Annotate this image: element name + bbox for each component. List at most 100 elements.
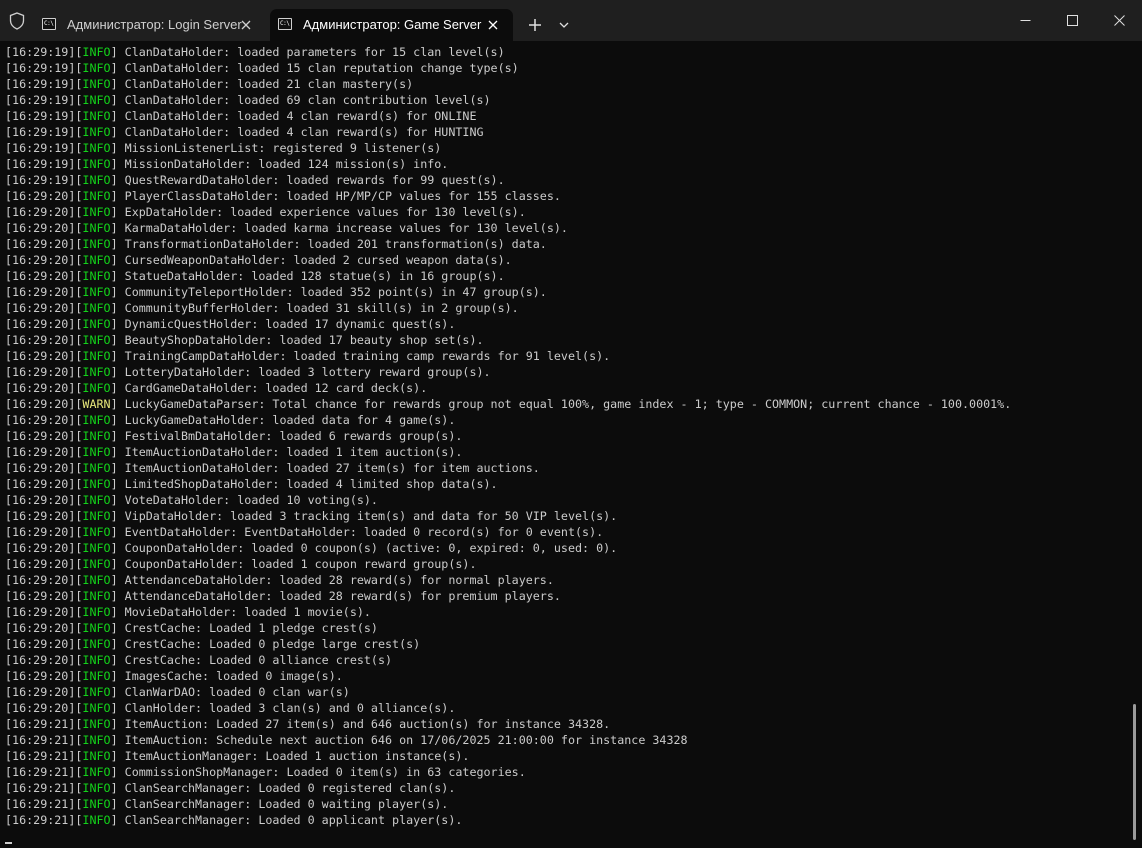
bracket: ][ xyxy=(68,381,83,395)
bracket: ] xyxy=(110,765,125,779)
bracket: ][ xyxy=(68,701,83,715)
bracket: ] xyxy=(110,445,125,459)
log-level: INFO xyxy=(82,493,111,507)
bracket: ] xyxy=(110,541,125,555)
bracket: ][ xyxy=(68,733,83,747)
log-message: CursedWeaponDataHolder: loaded 2 cursed … xyxy=(124,253,512,267)
log-time: 16:29:20 xyxy=(12,605,69,619)
log-level: INFO xyxy=(82,621,111,635)
bracket: [ xyxy=(5,61,13,75)
bracket: ][ xyxy=(68,205,83,219)
bracket: ] xyxy=(110,301,125,315)
log-level: INFO xyxy=(82,77,111,91)
tab-game-server[interactable]: C:\ Администратор: Game Server xyxy=(270,9,513,41)
bracket: [ xyxy=(5,621,13,635)
plus-icon[interactable] xyxy=(524,14,546,36)
log-message: ItemAuction: Loaded 27 item(s) and 646 a… xyxy=(124,717,611,731)
log-line: [16:29:21][INFO] ClanSearchManager: Load… xyxy=(5,812,1125,828)
log-level: INFO xyxy=(82,301,111,315)
tab-login-server[interactable]: C:\ Администратор: Login Server xyxy=(34,9,266,41)
log-level: INFO xyxy=(82,669,111,683)
log-message: CardGameDataHolder: loaded 12 card deck(… xyxy=(124,381,428,395)
bracket: ] xyxy=(110,669,125,683)
log-time: 16:29:20 xyxy=(12,333,69,347)
log-time: 16:29:21 xyxy=(12,781,69,795)
title-bar[interactable]: C:\ Администратор: Login Server C:\ Адми… xyxy=(0,0,1142,41)
chevron-down-icon[interactable] xyxy=(555,15,573,35)
bracket: ][ xyxy=(68,301,83,315)
log-line: [16:29:20][INFO] ClanHolder: loaded 3 cl… xyxy=(5,700,1125,716)
scrollbar[interactable] xyxy=(1133,704,1136,840)
shield-icon xyxy=(6,10,28,32)
log-line: [16:29:19][INFO] ClanDataHolder: loaded … xyxy=(5,76,1125,92)
terminal-icon: C:\ xyxy=(42,18,56,30)
log-level: INFO xyxy=(82,765,111,779)
log-level: INFO xyxy=(82,141,111,155)
close-icon[interactable] xyxy=(484,16,502,34)
log-level: INFO xyxy=(82,605,111,619)
bracket: ][ xyxy=(68,173,83,187)
log-message: PlayerClassDataHolder: loaded HP/MP/CP v… xyxy=(124,189,561,203)
log-message: VipDataHolder: loaded 3 tracking item(s)… xyxy=(124,509,618,523)
log-time: 16:29:20 xyxy=(12,317,69,331)
bracket: ][ xyxy=(68,253,83,267)
log-time: 16:29:20 xyxy=(12,573,69,587)
bracket: ][ xyxy=(68,349,83,363)
bracket: [ xyxy=(5,109,13,123)
log-level: INFO xyxy=(82,573,111,587)
log-line: [16:29:20][INFO] CrestCache: Loaded 0 al… xyxy=(5,652,1125,668)
bracket: [ xyxy=(5,797,13,811)
bracket: [ xyxy=(5,189,13,203)
bracket: ][ xyxy=(68,285,83,299)
bracket: ] xyxy=(110,637,125,651)
bracket: ] xyxy=(110,317,125,331)
log-time: 16:29:21 xyxy=(12,797,69,811)
log-time: 16:29:19 xyxy=(12,45,69,59)
bracket: ][ xyxy=(68,317,83,331)
bracket: ][ xyxy=(68,237,83,251)
log-line: [16:29:20][INFO] VipDataHolder: loaded 3… xyxy=(5,508,1125,524)
log-message: MissionListenerList: registered 9 listen… xyxy=(124,141,442,155)
bracket: [ xyxy=(5,381,13,395)
bracket: ] xyxy=(110,141,125,155)
bracket: ] xyxy=(110,557,125,571)
minimize-icon[interactable] xyxy=(1002,0,1048,41)
log-time: 16:29:20 xyxy=(12,685,69,699)
close-icon[interactable] xyxy=(1096,0,1142,41)
bracket: [ xyxy=(5,349,13,363)
log-level: INFO xyxy=(82,317,111,331)
log-message: ImagesCache: loaded 0 image(s). xyxy=(124,669,343,683)
bracket: ] xyxy=(110,45,125,59)
log-level: INFO xyxy=(82,717,111,731)
bracket: ][ xyxy=(68,637,83,651)
bracket: [ xyxy=(5,125,13,139)
bracket: ][ xyxy=(68,221,83,235)
bracket: ][ xyxy=(68,413,83,427)
log-message: ItemAuction: Schedule next auction 646 o… xyxy=(124,733,688,747)
bracket: ] xyxy=(110,61,125,75)
console-output[interactable]: [16:29:19][INFO] ClanDataHolder: loaded … xyxy=(5,44,1125,844)
log-message: VoteDataHolder: loaded 10 voting(s). xyxy=(124,493,378,507)
maximize-icon[interactable] xyxy=(1049,0,1095,41)
log-time: 16:29:19 xyxy=(12,125,69,139)
log-level: INFO xyxy=(82,413,111,427)
log-level: INFO xyxy=(82,797,111,811)
bracket: [ xyxy=(5,317,13,331)
close-icon[interactable] xyxy=(237,16,255,34)
log-message: ClanSearchManager: Loaded 0 applicant pl… xyxy=(124,813,463,827)
log-message: ItemAuctionDataHolder: loaded 27 item(s)… xyxy=(124,461,540,475)
log-level: INFO xyxy=(82,525,111,539)
log-line: [16:29:20][INFO] FestivalBmDataHolder: l… xyxy=(5,428,1125,444)
bracket: ][ xyxy=(68,621,83,635)
bracket: ][ xyxy=(68,157,83,171)
log-time: 16:29:19 xyxy=(12,93,69,107)
log-level: INFO xyxy=(82,749,111,763)
bracket: [ xyxy=(5,541,13,555)
log-message: QuestRewardDataHolder: loaded rewards fo… xyxy=(124,173,505,187)
bracket: ][ xyxy=(68,589,83,603)
log-time: 16:29:20 xyxy=(12,413,69,427)
bracket: ][ xyxy=(68,749,83,763)
bracket: [ xyxy=(5,701,13,715)
bracket: ] xyxy=(110,413,125,427)
bracket: ] xyxy=(110,685,125,699)
